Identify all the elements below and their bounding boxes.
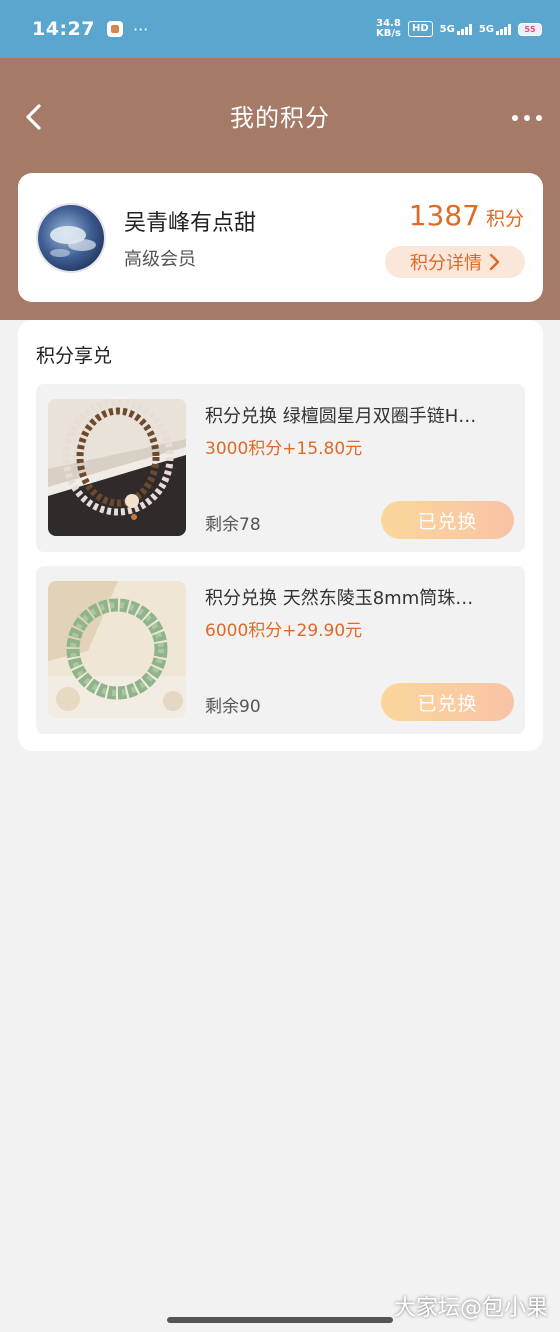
signal-icon: 5G [439,23,472,35]
product-stock: 剩余90 [205,697,261,717]
redeemed-button[interactable]: 已兑换 [381,683,514,721]
product-price: 3000积分+15.80元 [205,439,363,459]
avatar[interactable] [36,203,106,273]
points-unit: 积分 [485,208,524,230]
watermark: 大家坛@包小果 [393,1296,548,1321]
page-title: 我的积分 [230,104,330,132]
status-indicators: 34.8 KB/s HD 5G 5G 55 [376,19,542,39]
product-stock: 剩余78 [205,515,261,535]
points-detail-label: 积分详情 [410,253,482,274]
signal-label: 5G [439,23,455,35]
product-price: 6000积分+29.90元 [205,621,363,641]
status-time: 14:27 [32,18,95,40]
app-notification-icon [106,21,123,37]
product-name: 积分兑换 绿檀圆星月双圈手链H… [205,406,477,427]
user-card: 吴青峰有点甜 高级会员 1387 积分 积分详情 [18,173,543,302]
username: 吴青峰有点甜 [124,211,257,236]
product-name: 积分兑换 天然东陵玉8mm筒珠… [205,588,474,609]
status-bar: 14:27 ··· 34.8 KB/s HD 5G 5G 55 [0,0,560,58]
signal-label: 5G [478,23,494,35]
product-image [48,581,186,718]
points-exchange-section: 积分享兑 积分兑换 绿檀圆星月双圈手链H… 3000积分+15.80元 剩余78… [18,320,543,751]
product-item[interactable]: 积分兑换 天然东陵玉8mm筒珠… 6000积分+29.90元 剩余90 已兑换 [36,566,525,734]
more-button[interactable] [512,112,542,124]
points-balance: 1387 积分 [409,199,524,232]
chevron-right-icon [489,253,500,271]
points-detail-button[interactable]: 积分详情 [385,246,525,278]
section-title: 积分享兑 [36,345,113,367]
network-speed: 34.8 KB/s [376,19,401,39]
hd-voice-icon: HD [407,21,433,37]
signal-icon: 5G [478,23,511,35]
product-item[interactable]: 积分兑换 绿檀圆星月双圈手链H… 3000积分+15.80元 剩余78 已兑换 [36,384,525,552]
product-image [48,399,186,536]
network-speed-unit: KB/s [376,28,401,39]
avatar-image [38,205,104,271]
more-dots-icon [512,115,518,121]
redeemed-button[interactable]: 已兑换 [381,501,514,539]
member-level: 高级会员 [124,249,196,270]
status-more-indicator: ··· [132,19,149,39]
points-value: 1387 [408,199,480,232]
home-indicator[interactable] [167,1317,393,1323]
battery-icon: 55 [518,22,542,36]
